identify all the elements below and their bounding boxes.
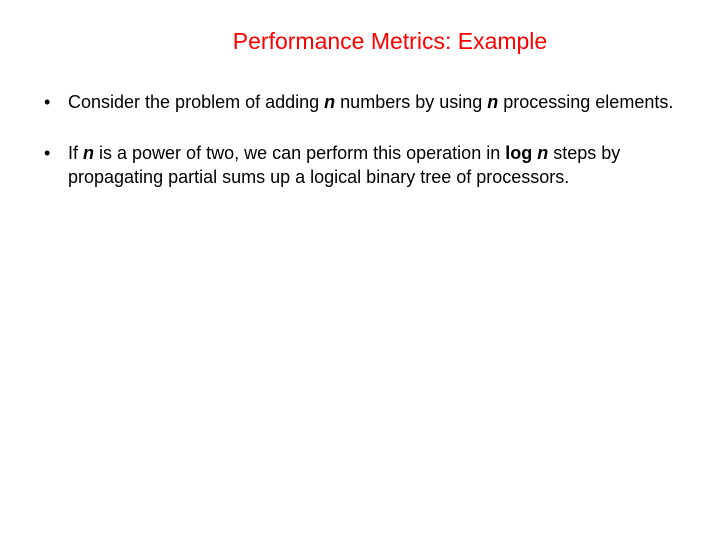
bullet-list: • Consider the problem of adding n numbe… [40,91,680,189]
bullet-dot: • [40,91,68,114]
slide-title: Performance Metrics: Example [100,28,680,55]
list-item: • Consider the problem of adding n numbe… [40,91,680,114]
bullet-text: Consider the problem of adding n numbers… [68,91,680,114]
bullet-text: If n is a power of two, we can perform t… [68,142,680,189]
list-item: • If n is a power of two, we can perform… [40,142,680,189]
bullet-dot: • [40,142,68,165]
